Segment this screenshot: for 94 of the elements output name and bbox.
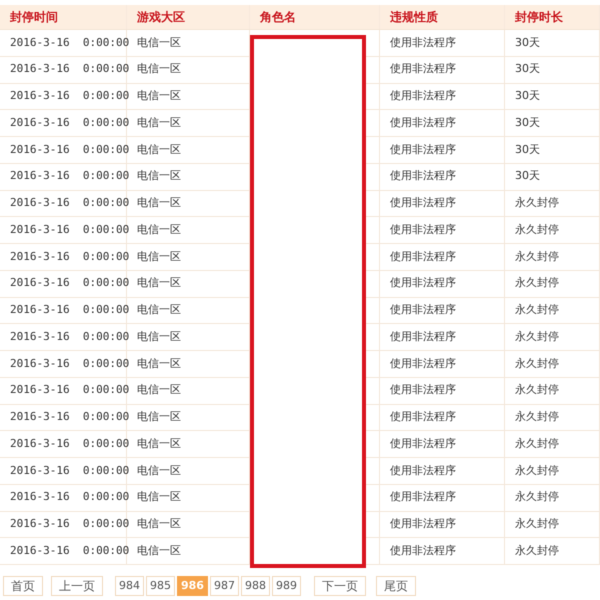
column-header: 违规性质 — [390, 9, 438, 26]
table-cell-text: 2016-3-16 0:00:00 — [10, 489, 130, 506]
table-cell-text: 2016-3-16 0:00:00 — [10, 436, 130, 452]
table-cell-text: 2016-3-16 0:00:00 — [10, 542, 130, 559]
table-cell-text: 电信一区 — [137, 275, 181, 292]
table-cell-text: 2016-3-16 0:00:00 — [10, 462, 130, 479]
table-cell-text: 2016-3-16 0:00:00 — [10, 356, 130, 372]
table-cell-text: 电信一区 — [137, 222, 181, 238]
table-cell-text: 使用非法程序 — [390, 356, 456, 372]
table-cell-text: 永久封停 — [515, 302, 559, 318]
first-page-button[interactable]: 首页 — [3, 576, 43, 596]
table-cell-text: 电信一区 — [137, 88, 181, 104]
table-cell-text: 使用非法程序 — [390, 114, 456, 131]
page-button[interactable]: 985 — [146, 576, 175, 596]
table-cell-text: 30天 — [515, 34, 540, 51]
table-cell-text: 使用非法程序 — [390, 489, 456, 506]
table-cell-text: 电信一区 — [137, 142, 181, 158]
table-cell-text: 电信一区 — [137, 195, 181, 212]
table-cell-text: 永久封停 — [515, 248, 559, 265]
table-cell-text: 使用非法程序 — [390, 542, 456, 559]
table-cell-text: 使用非法程序 — [390, 142, 456, 158]
page-button[interactable]: 989 — [272, 576, 301, 596]
table-cell-text: 2016-3-16 0:00:00 — [10, 114, 130, 131]
table-cell-text: 使用非法程序 — [390, 88, 456, 104]
column-header: 封停时间 — [10, 9, 58, 26]
table-cell-text: 永久封停 — [515, 222, 559, 238]
table-cell-text: 电信一区 — [137, 489, 181, 506]
table-cell-text: 永久封停 — [515, 436, 559, 452]
table-cell-text: 永久封停 — [515, 195, 559, 212]
table-cell-text: 永久封停 — [515, 328, 559, 345]
table-cell-text: 2016-3-16 0:00:00 — [10, 302, 130, 318]
table-cell-text: 2016-3-16 0:00:00 — [10, 168, 130, 184]
table-cell-text: 永久封停 — [515, 542, 559, 559]
previous-page-button[interactable]: 上一页 — [51, 576, 103, 596]
table-cell-text: 30天 — [515, 142, 540, 158]
table-cell-text: 30天 — [515, 168, 540, 184]
table-cell-text: 使用非法程序 — [390, 34, 456, 51]
table-cell-text: 电信一区 — [137, 542, 181, 559]
table-cell-text: 2016-3-16 0:00:00 — [10, 142, 130, 158]
page-button[interactable]: 984 — [115, 576, 144, 596]
table-cell-text: 电信一区 — [137, 114, 181, 131]
table-cell-text: 永久封停 — [515, 489, 559, 506]
table-cell-text: 电信一区 — [137, 516, 181, 532]
table-cell-text: 电信一区 — [137, 382, 181, 398]
table-cell-text: 永久封停 — [515, 516, 559, 532]
table-cell-text: 2016-3-16 0:00:00 — [10, 34, 130, 51]
table-cell-text: 使用非法程序 — [390, 302, 456, 318]
table-cell-text: 电信一区 — [137, 436, 181, 452]
table-cell-text: 2016-3-16 0:00:00 — [10, 248, 130, 265]
last-page-button[interactable]: 尾页 — [376, 576, 416, 596]
table-cell-text: 2016-3-16 0:00:00 — [10, 516, 130, 532]
table-cell-text: 使用非法程序 — [390, 409, 456, 426]
page-button[interactable]: 988 — [240, 576, 270, 596]
table-cell-text: 2016-3-16 0:00:00 — [10, 61, 130, 78]
table-cell-text: 永久封停 — [515, 356, 559, 372]
table-cell-text: 使用非法程序 — [390, 248, 456, 265]
table-cell-text: 电信一区 — [137, 34, 181, 51]
table-cell-text: 电信一区 — [137, 61, 181, 78]
table-cell-text: 2016-3-16 0:00:00 — [10, 222, 130, 238]
table-cell-text: 2016-3-16 0:00:00 — [10, 88, 130, 104]
table-cell-text: 永久封停 — [515, 409, 559, 426]
column-header: 角色名 — [260, 9, 296, 26]
column-header: 封停时长 — [515, 9, 563, 26]
table-cell-text: 永久封停 — [515, 462, 559, 479]
table-cell-text: 使用非法程序 — [390, 275, 456, 292]
table-cell-text: 使用非法程序 — [390, 328, 456, 345]
table-cell-text: 电信一区 — [137, 462, 181, 479]
table-cell-text: 电信一区 — [137, 328, 181, 345]
table-cell-text: 30天 — [515, 114, 540, 131]
table-cell-text: 使用非法程序 — [390, 168, 456, 184]
table-cell-text: 使用非法程序 — [390, 516, 456, 532]
table-cell-text: 永久封停 — [515, 275, 559, 292]
table-cell-text: 电信一区 — [137, 168, 181, 184]
table-cell-text: 2016-3-16 0:00:00 — [10, 195, 130, 212]
table-cell-text: 电信一区 — [137, 248, 181, 265]
table-cell-text: 2016-3-16 0:00:00 — [10, 382, 130, 398]
next-page-button[interactable]: 下一页 — [314, 576, 366, 596]
table-cell-text: 电信一区 — [137, 302, 181, 318]
table-cell-text: 电信一区 — [137, 409, 181, 426]
column-header: 游戏大区 — [137, 9, 185, 26]
table-cell-text: 使用非法程序 — [390, 382, 456, 398]
table-cell-text: 使用非法程序 — [390, 436, 456, 452]
table-cell-text: 使用非法程序 — [390, 462, 456, 479]
table-cell-text: 2016-3-16 0:00:00 — [10, 328, 130, 345]
table-cell-text: 使用非法程序 — [390, 61, 456, 78]
table-cell-text: 2016-3-16 0:00:00 — [10, 409, 130, 426]
page-button[interactable]: 987 — [210, 576, 239, 596]
table-cell-text: 2016-3-16 0:00:00 — [10, 275, 130, 292]
table-cell-text: 使用非法程序 — [390, 222, 456, 238]
table-cell-text: 30天 — [515, 88, 540, 104]
table-cell-text: 30天 — [515, 61, 540, 78]
table-cell-text: 电信一区 — [137, 356, 181, 372]
table-cell-text: 使用非法程序 — [390, 195, 456, 212]
table-cell-text: 永久封停 — [515, 382, 559, 398]
